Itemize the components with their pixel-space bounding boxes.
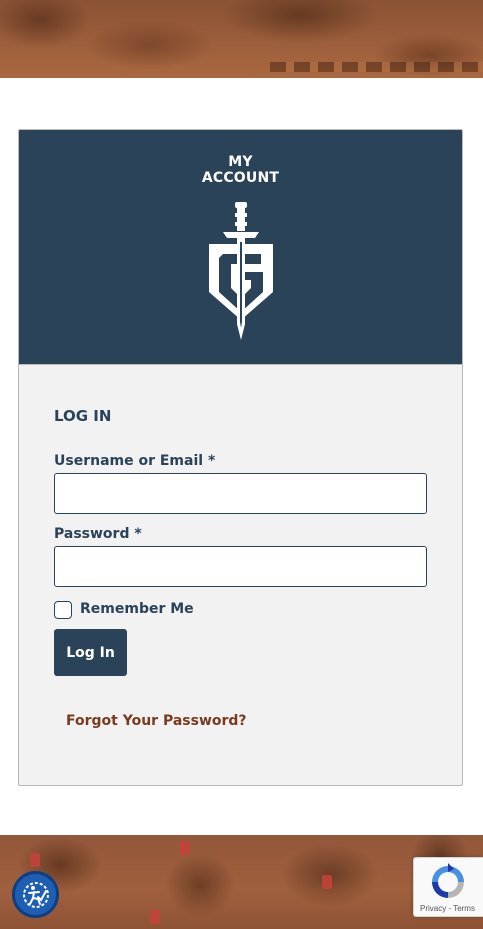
banner-patch xyxy=(150,910,160,924)
card-header: MY ACCOUNT xyxy=(19,130,462,365)
remember-me-label[interactable]: Remember Me xyxy=(80,601,194,617)
remember-me-checkbox[interactable] xyxy=(54,601,72,619)
bottom-banner-image xyxy=(0,835,483,929)
recaptcha-icon xyxy=(432,863,464,898)
page-title-line2: ACCOUNT xyxy=(201,170,280,186)
password-label: Password * xyxy=(54,526,142,542)
banner-patch xyxy=(180,841,190,855)
forgot-password-link[interactable]: Forgot Your Password? xyxy=(66,713,247,729)
banner-patch xyxy=(30,853,40,867)
brand-logo-icon xyxy=(209,202,273,340)
accessibility-button[interactable] xyxy=(12,871,59,918)
accessibility-icon xyxy=(22,881,49,908)
login-button[interactable]: Log In xyxy=(54,629,127,676)
top-banner-image xyxy=(0,0,483,78)
account-card: MY ACCOUNT LOG IN Username or Email * Pa… xyxy=(18,129,463,786)
page-title: MY ACCOUNT xyxy=(19,154,462,186)
username-label: Username or Email * xyxy=(54,453,216,469)
password-input[interactable] xyxy=(54,546,427,587)
login-section-title: LOG IN xyxy=(54,407,112,425)
recaptcha-badge[interactable]: Privacy - Terms xyxy=(413,857,483,917)
username-input[interactable] xyxy=(54,473,427,514)
page-title-line1: MY xyxy=(228,154,253,170)
banner-texture xyxy=(270,62,483,72)
banner-patch xyxy=(322,875,332,889)
recaptcha-links[interactable]: Privacy - Terms xyxy=(420,904,475,913)
